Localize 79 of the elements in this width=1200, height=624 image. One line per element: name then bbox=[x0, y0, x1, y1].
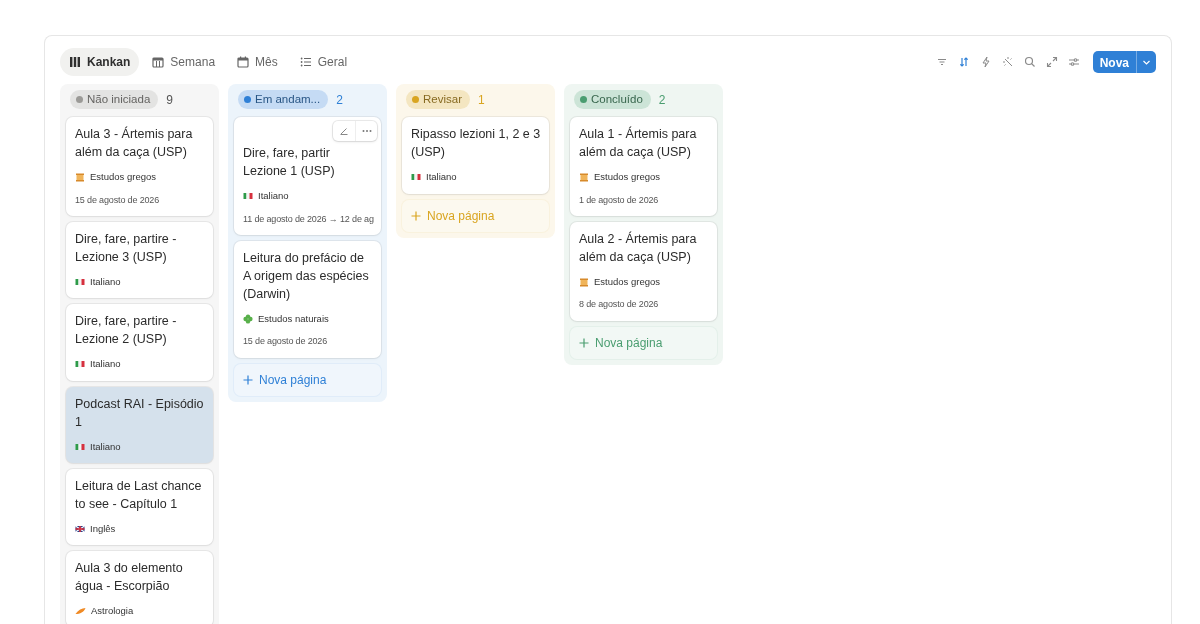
lightning-icon bbox=[979, 56, 992, 68]
view-tab[interactable]: Semana bbox=[143, 48, 225, 76]
card-title: Aula 1 - Ártemis para além da caça (USP) bbox=[579, 125, 698, 162]
card-title: Ripasso lezioni 1, 2 e 3 (USP) bbox=[411, 126, 541, 162]
task-card[interactable]: Aula 3 do elemento água - Escorpião Astrologia bbox=[66, 551, 213, 624]
columns-icon bbox=[69, 56, 81, 68]
card-date: 8 de agosto de 2026 bbox=[579, 298, 660, 312]
tag-label: Estudos naturais bbox=[258, 312, 329, 326]
status-tag[interactable]: Em andam... bbox=[238, 90, 329, 110]
card-count: 2 bbox=[658, 91, 666, 109]
plus-icon bbox=[579, 337, 589, 348]
new-page-button[interactable]: Nova página bbox=[234, 363, 381, 396]
flag-icon bbox=[75, 524, 85, 533]
tag-label: Italiano bbox=[258, 189, 289, 204]
card-date: 15 de agosto de 2026 bbox=[75, 193, 161, 207]
flag-icon bbox=[411, 173, 421, 182]
card-title: Aula 3 - Ártemis para além da caça (USP) bbox=[75, 125, 194, 162]
task-card[interactable]: Ripasso lezioni 1, 2 e 3 (USP) Italiano bbox=[402, 117, 549, 194]
card-count: 9 bbox=[166, 91, 173, 109]
calendar-icon bbox=[152, 56, 165, 68]
card-title: Dire, fare, partir Lezione 1 (USP) bbox=[243, 145, 336, 181]
pencil-icon bbox=[339, 126, 349, 137]
tag-label: Inglês bbox=[90, 521, 116, 536]
plus-icon bbox=[243, 374, 253, 385]
feather-icon bbox=[75, 607, 86, 616]
card-title: Leitura de Last chance to see - Capítulo 1 bbox=[75, 477, 203, 513]
task-card[interactable]: Leitura do prefácio de A origem das espécies (Darwin) Estudos naturais 15 de agosto de 2026 bbox=[234, 241, 381, 358]
task-card[interactable]: Podcast RAI - Episódio 1 Italiano bbox=[66, 386, 213, 463]
task-card[interactable]: Dire, fare, partir Lezione 1 (USP) Italiano 11 de agosto de 2026 → 12 de ag bbox=[234, 117, 381, 235]
task-card[interactable]: Aula 1 - Ártemis para além da caça (USP) Estudos gregos 1 de agosto de 2026 bbox=[570, 117, 717, 216]
flag-icon bbox=[75, 278, 85, 287]
card-title: Podcast RAI - Episódio 1 bbox=[75, 395, 205, 431]
card-date: 1 de agosto de 2026 bbox=[579, 193, 660, 207]
filter-icon bbox=[935, 56, 948, 68]
scroll-icon bbox=[75, 172, 85, 182]
card-title: Aula 3 do elemento água - Escorpião bbox=[75, 560, 184, 595]
new-button[interactable]: Nova bbox=[1092, 51, 1156, 73]
flag-icon bbox=[75, 442, 85, 451]
tag-label: Estudos gregos bbox=[594, 170, 660, 185]
plus-icon bbox=[411, 210, 421, 221]
task-card[interactable]: Leitura de Last chance to see - Capítulo 1 Inglês bbox=[66, 468, 213, 545]
view-tab[interactable]: Mês bbox=[228, 48, 287, 76]
sort-icon bbox=[957, 56, 970, 68]
card-title: Dire, fare, partire - Lezione 2 (USP) bbox=[75, 313, 178, 349]
list-icon bbox=[299, 56, 312, 68]
clover-icon bbox=[243, 314, 253, 325]
card-date: 15 de agosto de 2026 bbox=[243, 335, 329, 349]
task-card[interactable]: Aula 3 - Ártemis para além da caça (USP) Estudos gregos 15 de agosto de 2026 bbox=[66, 117, 213, 216]
tag-label: Italiano bbox=[90, 439, 121, 454]
sliders-icon bbox=[1067, 56, 1080, 68]
task-card[interactable]: Aula 2 - Ártemis para além da caça (USP) Estudos gregos 8 de agosto de 2026 bbox=[570, 222, 717, 321]
calendar-icon bbox=[237, 56, 250, 68]
card-date: 11 de agosto de 2026 → 12 de ag bbox=[243, 212, 373, 226]
card-title: Dire, fare, partire - Lezione 3 (USP) bbox=[75, 231, 178, 266]
status-tag[interactable]: Revisar bbox=[406, 90, 470, 110]
task-card[interactable]: Dire, fare, partire - Lezione 3 (USP) Italiano bbox=[66, 222, 213, 299]
tag-label: Estudos gregos bbox=[594, 275, 660, 289]
sparkle-icon bbox=[1001, 56, 1014, 68]
card-title: Leitura do prefácio de A origem das espécies (Darwin) bbox=[243, 250, 370, 303]
card-count: 2 bbox=[336, 91, 343, 109]
scroll-icon bbox=[579, 277, 589, 287]
scroll-icon bbox=[579, 172, 589, 182]
tag-label: Italiano bbox=[426, 170, 457, 185]
card-count: 1 bbox=[478, 91, 485, 109]
flag-icon bbox=[75, 360, 85, 369]
tag-label: Astrologia bbox=[91, 604, 134, 618]
tag-label: Italiano bbox=[90, 275, 121, 289]
status-tag[interactable]: Concluído bbox=[574, 90, 651, 110]
tag-label: Italiano bbox=[90, 357, 121, 372]
tag-label: Estudos gregos bbox=[90, 170, 156, 185]
task-card[interactable]: Dire, fare, partire - Lezione 2 (USP) Italiano bbox=[66, 304, 213, 381]
view-tab[interactable]: Geral bbox=[290, 48, 357, 76]
card-title: Aula 2 - Ártemis para além da caça (USP) bbox=[579, 230, 698, 266]
expand-icon bbox=[1045, 56, 1058, 68]
view-tab[interactable]: Kankan bbox=[60, 48, 140, 76]
search-icon bbox=[1023, 56, 1036, 68]
status-tag[interactable]: Não iniciada bbox=[70, 90, 159, 110]
flag-icon bbox=[243, 192, 253, 201]
more-icon bbox=[361, 129, 372, 134]
